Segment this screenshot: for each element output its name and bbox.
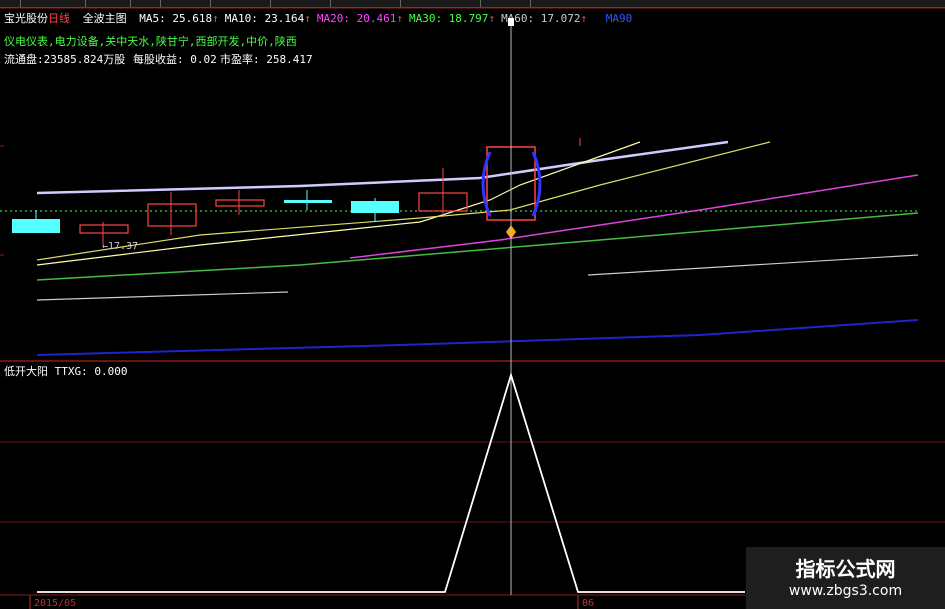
ma-line [36, 140, 729, 195]
watermark-url: www.zbgs3.com [788, 583, 903, 599]
candle[interactable] [351, 198, 399, 222]
ma-line [36, 141, 771, 261]
ma-line [36, 212, 919, 281]
chart-canvas[interactable] [0, 0, 945, 609]
candle[interactable] [284, 190, 332, 210]
candle[interactable] [12, 210, 60, 233]
indicator-name: 低开大阳 [4, 365, 48, 378]
indicator-label: 低开大阳 TTXG: 0.000 [4, 363, 127, 379]
candle[interactable] [418, 168, 468, 215]
crosshair-handle[interactable] [508, 18, 514, 26]
ma-line [36, 319, 919, 356]
watermark-title: 指标公式网 [795, 557, 896, 581]
ma-line [36, 291, 289, 301]
candle[interactable] [147, 192, 197, 235]
low-price-annotation: ←17.37 [102, 241, 139, 252]
date-label-left: 2015/05 [34, 598, 77, 609]
watermark-box: 指标公式网 www.zbgs3.com [746, 547, 945, 609]
date-label-right: 06 [582, 598, 595, 609]
ma-line [587, 254, 919, 276]
indicator-line [37, 371, 745, 593]
indicator-value: TTXG: 0.000 [54, 365, 128, 378]
